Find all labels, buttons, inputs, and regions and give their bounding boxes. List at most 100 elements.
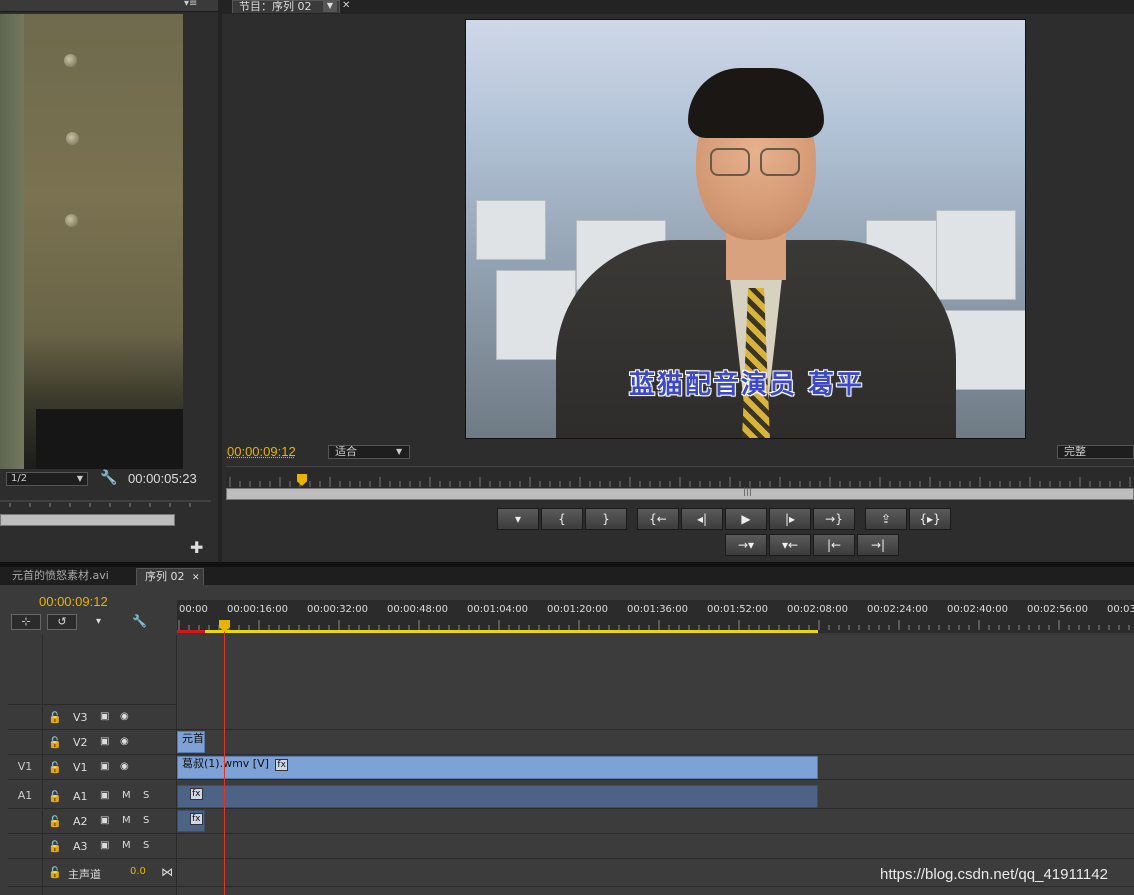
ruler-label: 00:01:52:00 [707, 604, 768, 615]
wrench-icon[interactable]: 🔧 [132, 614, 147, 628]
ruler-ticks [177, 618, 1134, 630]
film-icon[interactable]: ▣ [100, 761, 109, 772]
source-monitor-header: ▾≡ [0, 0, 218, 12]
tab-sequence[interactable]: 序列 02 ✕ [136, 568, 204, 585]
program-timecode[interactable]: 00:00:09:12 [227, 444, 296, 459]
mark-out-button[interactable]: } [585, 508, 627, 530]
film-icon[interactable]: ▣ [100, 840, 109, 851]
clip-v2[interactable]: 元首 [177, 731, 205, 753]
ruler-label: 00:01:20:00 [547, 604, 608, 615]
track-name: A2 [73, 815, 88, 828]
bowtie-icon[interactable]: ⋈ [161, 865, 173, 879]
eye-icon[interactable]: ◉ [120, 736, 129, 747]
snap-tool-icon[interactable]: ⊹ [11, 614, 41, 630]
ruler-label: 00:00 [179, 604, 208, 615]
render-bar [177, 630, 205, 633]
step-back-button[interactable]: ◂| [681, 508, 723, 530]
glasses-lens-shape [710, 148, 750, 176]
linked-selection-icon[interactable]: ↺ [47, 614, 77, 630]
lock-icon[interactable]: 🔓 [48, 840, 62, 853]
go-to-in-button[interactable]: {← [637, 508, 679, 530]
source-video-frame [0, 14, 183, 469]
film-icon[interactable]: ▣ [100, 815, 109, 826]
track-name: A3 [73, 840, 88, 853]
go-next-edit-button[interactable]: →| [857, 534, 899, 556]
eye-icon[interactable]: ◉ [120, 711, 129, 722]
source-scrollbar[interactable] [0, 514, 175, 526]
film-icon[interactable]: ▣ [100, 790, 109, 801]
clip-v1[interactable]: 葛叔(1).wmv [V] fx [177, 756, 818, 779]
ruler-label: 00:02:08:00 [787, 604, 848, 615]
lock-icon[interactable]: 🔓 [48, 866, 62, 879]
wrench-icon[interactable]: 🔧 [100, 470, 118, 488]
film-icon[interactable]: ▣ [100, 711, 109, 722]
fx-badge[interactable]: fx [190, 813, 203, 825]
program-ruler[interactable] [226, 466, 1134, 488]
ruler-label: 00:03 [1107, 604, 1134, 615]
plus-icon[interactable]: ✚ [190, 538, 203, 557]
tab-menu-chevron-icon[interactable]: ▼ [323, 0, 337, 12]
play-button[interactable]: ▶ [725, 508, 767, 530]
ruler-label: 00:00:16:00 [227, 604, 288, 615]
clip-v1-label: 葛叔(1).wmv [V] [182, 757, 269, 770]
ruler-label: 00:01:04:00 [467, 604, 528, 615]
mute-button[interactable]: M [122, 840, 131, 851]
program-quality-select[interactable]: 完整 [1057, 445, 1134, 459]
go-prev-edit-button[interactable]: |← [813, 534, 855, 556]
lock-icon[interactable]: 🔓 [48, 790, 62, 803]
mute-button[interactable]: M [122, 790, 131, 801]
tab-source-clip[interactable]: 元首的愤怒素材.avi [4, 568, 132, 585]
mute-button[interactable]: M [122, 815, 131, 826]
program-tabbar [222, 0, 1134, 14]
go-prev-marker-button[interactable]: →▾ [725, 534, 767, 556]
solo-button[interactable]: S [143, 840, 149, 851]
mark-in-button[interactable]: { [541, 508, 583, 530]
chevron-down-icon[interactable]: ▼ [396, 446, 408, 458]
ruler-label: 00:02:56:00 [1027, 604, 1088, 615]
ruler-label: 00:00:48:00 [387, 604, 448, 615]
solo-button[interactable]: S [143, 815, 149, 826]
play-in-to-out-button[interactable]: {▸} [909, 508, 951, 530]
fx-badge[interactable]: fx [190, 788, 203, 800]
fx-badge[interactable]: fx [275, 759, 288, 771]
ruler-label: 00:02:40:00 [947, 604, 1008, 615]
timeline-playhead[interactable] [224, 620, 225, 895]
lock-icon[interactable]: 🔓 [48, 815, 62, 828]
close-icon[interactable]: ✕ [192, 573, 200, 583]
step-forward-button[interactable]: |▸ [769, 508, 811, 530]
add-marker-button[interactable]: ▾ [497, 508, 539, 530]
ruler-label: 00:01:36:00 [627, 604, 688, 615]
add-marker-icon[interactable]: ▾ [96, 616, 101, 627]
close-icon[interactable]: ✕ [342, 0, 350, 11]
lock-icon[interactable]: 🔓 [48, 761, 62, 774]
lock-icon[interactable]: 🔓 [48, 711, 62, 724]
panel-menu-icon[interactable]: ▾≡ [184, 0, 197, 9]
source-patch-a1[interactable]: A1 [8, 785, 42, 807]
film-icon[interactable]: ▣ [100, 736, 109, 747]
watermark-text: https://blog.csdn.net/qq_41911142 [880, 866, 1108, 883]
go-to-out-button[interactable]: →} [813, 508, 855, 530]
coat-button-shape [65, 214, 78, 227]
solo-button[interactable]: S [143, 790, 149, 801]
export-frame-button[interactable]: ⇪ [865, 508, 907, 530]
source-timecode[interactable]: 00:00:05:23 [128, 471, 197, 486]
clip-a1[interactable]: fx [177, 785, 818, 808]
glasses-lens-shape [760, 148, 800, 176]
chevron-down-icon[interactable]: ▼ [74, 473, 86, 485]
work-area-bar[interactable] [177, 630, 818, 633]
lock-icon[interactable]: 🔓 [48, 736, 62, 749]
scroll-grip-icon[interactable]: ||| [743, 487, 752, 497]
track-name: V2 [73, 736, 88, 749]
source-patch-v1[interactable]: V1 [8, 756, 42, 778]
program-video-frame: 蓝猫配音演员 葛平 [465, 19, 1026, 439]
go-next-marker-button[interactable]: ▾← [769, 534, 811, 556]
eye-icon[interactable]: ◉ [120, 761, 129, 772]
master-level[interactable]: 0.0 [130, 866, 146, 877]
track-name: V1 [73, 761, 88, 774]
timeline-timecode[interactable]: 00:00:09:12 [39, 594, 108, 609]
bg-computer-shape [476, 200, 546, 260]
clip-a2[interactable]: fx [177, 810, 205, 832]
track-v3 [8, 705, 1134, 730]
program-scrollbar[interactable]: ||| [226, 488, 1134, 500]
coat-button-shape [66, 132, 79, 145]
